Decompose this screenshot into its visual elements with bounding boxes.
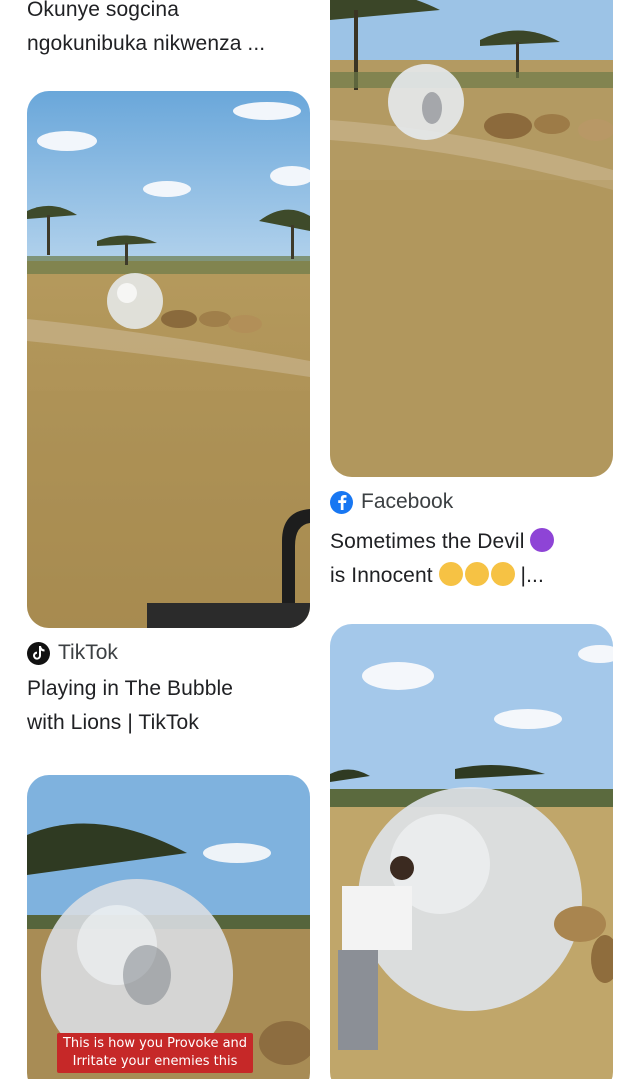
result-title-line: Okunye sogcina bbox=[27, 0, 179, 21]
result-title-line: Playing in The Bubble bbox=[27, 677, 234, 700]
loudly-crying-face-emoji-icon bbox=[490, 562, 515, 586]
smiling-devil-emoji-icon bbox=[530, 528, 555, 552]
tiktok-icon bbox=[27, 641, 50, 665]
result-title-line: with Lions | TikTok bbox=[27, 711, 199, 734]
source-name: TikTok bbox=[58, 641, 118, 664]
result-title[interactable]: Okunye sogcina ngokunibuka nikwenza ... bbox=[27, 0, 310, 61]
savanna-scene-image bbox=[27, 91, 310, 628]
result-title-line: ngokunibuka nikwenza ... bbox=[27, 32, 266, 55]
result-thumbnail-video[interactable]: This is how you Provoke and Irritate you… bbox=[27, 775, 310, 1079]
crying-face-emoji-icon bbox=[438, 562, 463, 586]
result-title-line: Sometimes the Devil bbox=[330, 525, 613, 559]
man-bubble-image bbox=[330, 624, 613, 1079]
source-row[interactable]: Facebook bbox=[330, 487, 613, 517]
loudly-crying-face-emoji-icon bbox=[464, 562, 489, 586]
result-title[interactable]: Sometimes the Devil is Innocent |... bbox=[330, 525, 613, 593]
result-thumbnail-video-right[interactable] bbox=[330, 624, 613, 1079]
video-caption-overlay: This is how you Provoke and Irritate you… bbox=[57, 1033, 253, 1073]
source-name: Facebook bbox=[361, 490, 454, 513]
result-meta-facebook: Facebook Sometimes the Devil is Innocent… bbox=[330, 487, 613, 593]
result-title-line: is Innocent |... bbox=[330, 562, 544, 587]
facebook-icon bbox=[330, 490, 353, 514]
result-meta-tiktok: TikTok Playing in The Bubble with Lions … bbox=[27, 638, 310, 740]
result-title[interactable]: Playing in The Bubble with Lions | TikTo… bbox=[27, 672, 310, 740]
source-row[interactable]: TikTok bbox=[27, 638, 310, 668]
savanna-lions-image bbox=[330, 0, 613, 477]
result-thumbnail-facebook[interactable] bbox=[330, 0, 613, 477]
result-thumbnail-tiktok[interactable] bbox=[27, 91, 310, 628]
